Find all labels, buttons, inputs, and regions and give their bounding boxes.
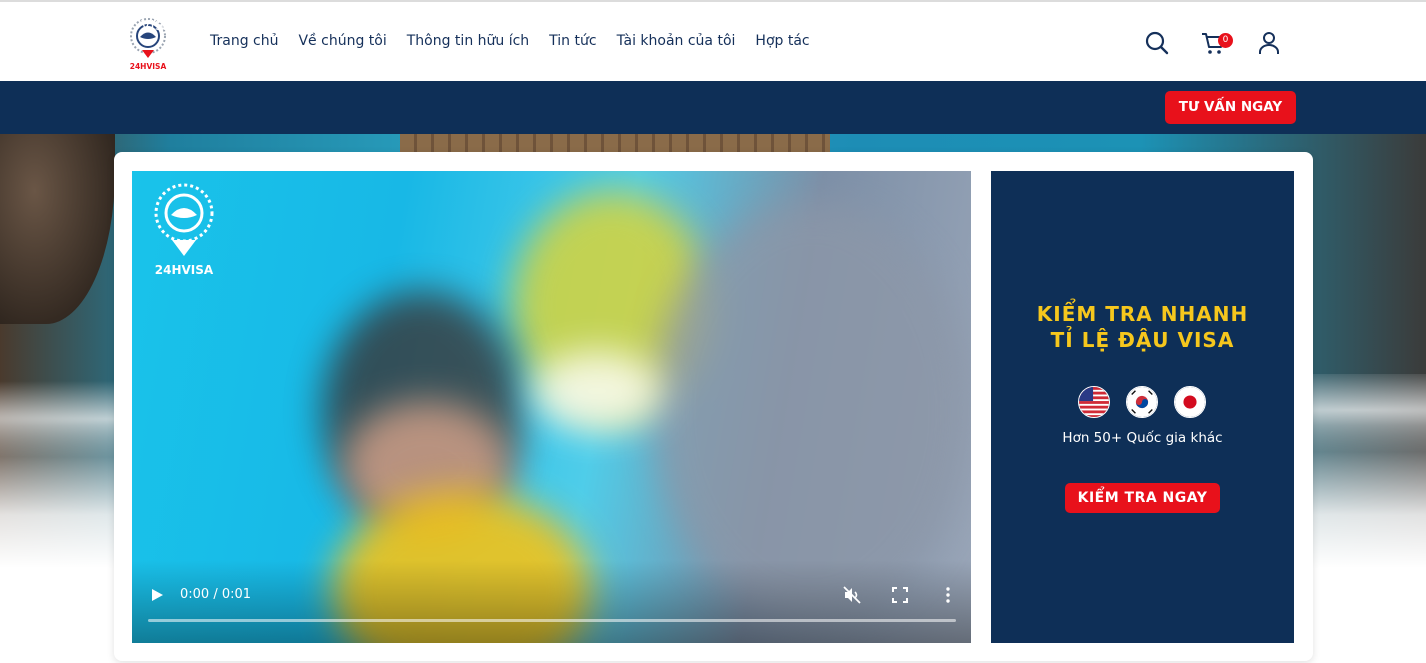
menu-visa-america[interactable]: VISA CHÂU MỸ — [476, 18, 590, 34]
nav-news[interactable]: Tin tức — [549, 33, 596, 49]
menu-label: VISA CHÂU MỸ — [476, 18, 579, 34]
panel-title-line2: TỈ LỆ ĐẬU VISA — [1050, 328, 1235, 352]
video-frame-blur — [532, 351, 662, 431]
more-options-icon[interactable] — [939, 586, 957, 604]
nav-about[interactable]: Về chúng tôi — [298, 33, 386, 49]
menu-visa-asia[interactable]: VISA CHÂU Á — [141, 18, 244, 34]
menu-visa-australia[interactable]: VISA CHÂU ÚC — [650, 18, 763, 34]
nav-home[interactable]: Trang chủ — [210, 33, 278, 49]
nav-partnership[interactable]: Hợp tác — [755, 33, 809, 49]
user-icon[interactable] — [1256, 30, 1282, 56]
menu-label: VISA CHÂU Á — [141, 18, 233, 34]
menu-visa-africa[interactable]: VISA CHÂU PHI — [823, 18, 939, 34]
panel-subtitle: Hơn 50+ Quốc gia khác — [1062, 430, 1223, 446]
video-watermark-logo: 24HVISA — [154, 183, 214, 277]
menu-other-services[interactable]: DỊCH VỤ KHÁC — [1002, 18, 1105, 34]
menu-label: VISA CHÂU ÂU — [303, 18, 405, 34]
search-icon[interactable] — [1144, 30, 1170, 56]
caret-down-icon — [583, 24, 590, 28]
panel-title-line1: KIỂM TRA NHANH — [1036, 302, 1249, 326]
caret-down-icon — [409, 24, 416, 28]
play-icon[interactable] — [150, 588, 164, 602]
hero-rock-decor — [0, 134, 115, 324]
menu-visa-europe[interactable]: VISA CHÂU ÂU — [303, 18, 416, 34]
top-header: 24HVISA Trang chủ Về chúng tôi Thông tin… — [0, 0, 1426, 81]
caret-down-icon — [237, 24, 244, 28]
japan-flag-icon — [1174, 386, 1206, 418]
menu-label: VISA CHÂU ÚC — [650, 18, 752, 34]
menu-label: DỊCH VỤ KHÁC — [1002, 18, 1105, 34]
video-time: 0:00 / 0:01 — [180, 587, 252, 602]
check-now-button[interactable]: KIỂM TRA NGAY — [1065, 483, 1220, 513]
brand-logo-text: 24HVISA — [130, 62, 167, 71]
nav-my-account[interactable]: Tài khoản của tôi — [617, 33, 736, 49]
video-watermark-text: 24HVISA — [155, 263, 214, 277]
video-frame-blur — [652, 201, 971, 621]
nav-useful-info[interactable]: Thông tin hữu ích — [407, 33, 529, 49]
muted-speaker-icon[interactable] — [843, 586, 861, 604]
video-progress-track[interactable] — [148, 619, 956, 622]
fullscreen-icon[interactable] — [891, 586, 909, 604]
main-nav: Trang chủ Về chúng tôi Thông tin hữu ích… — [210, 33, 810, 49]
cart-count-badge: 0 — [1218, 33, 1233, 48]
menu-label: VISA CHÂU PHI — [823, 18, 928, 34]
consult-now-button[interactable]: TƯ VẤN NGAY — [1165, 91, 1296, 124]
caret-down-icon — [932, 24, 939, 28]
korea-flag-icon — [1126, 386, 1158, 418]
usa-flag-icon — [1078, 386, 1110, 418]
caret-down-icon — [756, 24, 763, 28]
